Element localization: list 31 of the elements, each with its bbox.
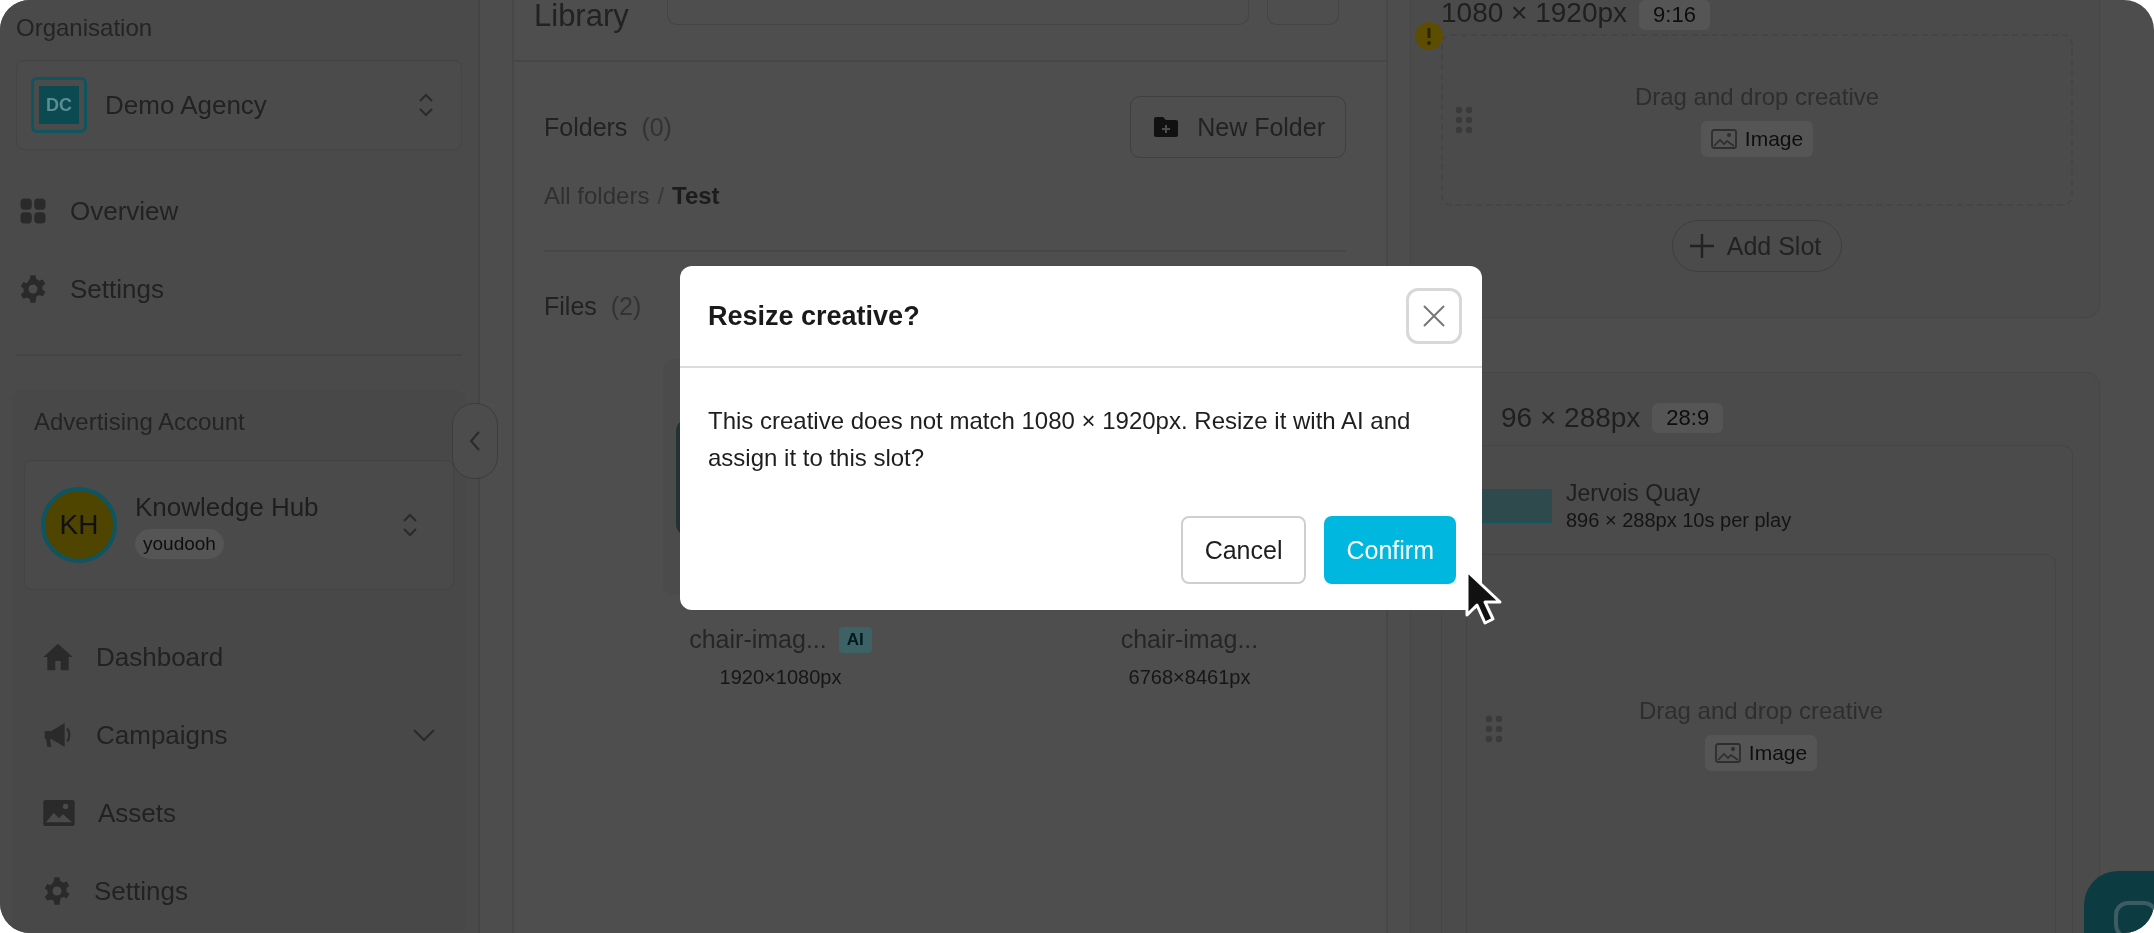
plus-icon	[1688, 233, 1715, 259]
breadcrumb-separator: /	[657, 182, 665, 210]
cancel-button[interactable]: Cancel	[1180, 516, 1307, 584]
aspect-ratio-badge: 28:9	[1652, 403, 1724, 433]
image-icon	[1714, 743, 1741, 763]
avatar: KH	[41, 487, 117, 563]
up-down-chevron-icon	[417, 91, 435, 119]
settings-icon	[42, 876, 72, 906]
folder-plus-icon	[1153, 116, 1180, 138]
settings-icon	[18, 274, 48, 304]
confirm-button[interactable]: Confirm	[1324, 516, 1456, 584]
account-tag: youdooh	[135, 528, 224, 559]
organisation-logo: DC	[31, 77, 87, 133]
file-dimensions: 1920×1080px	[719, 666, 842, 689]
dialog-message: This creative does not match 1080 × 1920px. Resize it with AI and assign it to this slot?	[707, 406, 1412, 473]
chat-button[interactable]	[2084, 871, 2154, 933]
media-type-tag: Image	[1700, 121, 1814, 157]
close-button[interactable]	[1406, 288, 1462, 344]
collapse-button[interactable]	[452, 403, 498, 479]
media-type-tag: Image	[1704, 735, 1818, 771]
close-icon	[1422, 304, 1446, 328]
chevron-left-icon	[469, 430, 481, 452]
up-down-chevron-icon	[401, 511, 419, 539]
image-icon	[42, 798, 76, 828]
grid-icon	[18, 196, 48, 226]
dialog-title: Resize creative?	[708, 300, 920, 332]
aspect-ratio-badge: 9:16	[1639, 0, 1710, 30]
file-dimensions: 6768×8461px	[1128, 666, 1251, 689]
image-icon	[1710, 129, 1737, 149]
ai-badge: AI	[838, 626, 872, 653]
home-icon	[42, 641, 74, 673]
